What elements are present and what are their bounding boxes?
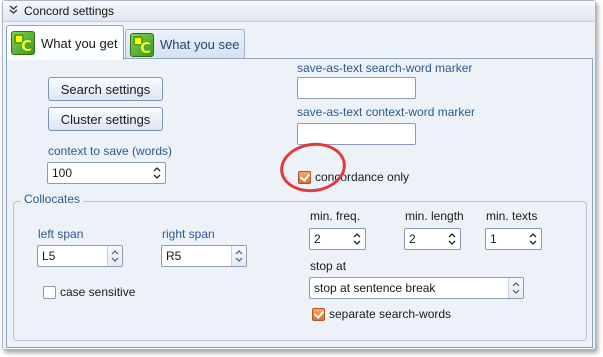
concordance-only-checkbox[interactable] — [298, 171, 311, 184]
context-word-marker-label: save-as-text context-word marker — [297, 105, 476, 119]
dropdown-arrows-icon[interactable] — [508, 278, 523, 298]
separate-search-words-checkbox[interactable] — [312, 308, 325, 321]
min-texts-label: min. texts — [486, 209, 538, 223]
right-span-label: right span — [162, 227, 215, 241]
tab-label: What you get — [41, 35, 118, 51]
separate-search-words-label: separate search-words — [329, 307, 452, 321]
spin-arrows-icon[interactable] — [351, 230, 363, 248]
tab-label: What you see — [160, 37, 240, 52]
window-title: Concord settings — [24, 4, 115, 18]
left-span-label: left span — [38, 227, 84, 241]
collapse-chevron-icon[interactable] — [9, 5, 18, 17]
concordance-only-label: concordance only — [315, 170, 410, 184]
tab-panel-what-you-get: Search settings Cluster settings context… — [6, 58, 593, 348]
min-length-stepper[interactable]: 2 — [404, 228, 461, 250]
min-length-label: min. length — [405, 209, 464, 223]
search-word-marker-input[interactable] — [297, 77, 416, 99]
min-freq-label: min. freq. — [310, 209, 361, 223]
concord-app-icon — [11, 31, 35, 55]
right-span-value: R5 — [166, 249, 182, 263]
case-sensitive-label: case sensitive — [60, 285, 136, 299]
concord-settings-window: Concord settings What you get What you s… — [2, 0, 596, 350]
context-to-save-stepper[interactable]: 100 — [47, 162, 166, 184]
title-bar[interactable]: Concord settings — [3, 1, 595, 22]
min-texts-stepper[interactable]: 1 — [485, 228, 542, 250]
spin-arrows-icon[interactable] — [231, 246, 246, 266]
min-freq-stepper[interactable]: 2 — [309, 228, 366, 250]
spin-arrows-icon[interactable] — [446, 230, 458, 248]
tab-what-you-see[interactable]: What you see — [125, 29, 245, 59]
search-settings-button[interactable]: Search settings — [48, 77, 163, 101]
spin-arrows-icon[interactable] — [151, 164, 163, 182]
stop-at-value: stop at sentence break — [314, 281, 436, 295]
context-word-marker-input[interactable] — [297, 123, 416, 145]
collocates-group-title: Collocates — [21, 192, 84, 206]
left-span-value: L5 — [42, 249, 56, 263]
concord-app-icon — [130, 32, 154, 57]
context-to-save-value: 100 — [52, 166, 73, 180]
spin-arrows-icon[interactable] — [527, 230, 539, 248]
stop-at-select[interactable]: stop at sentence break — [309, 277, 524, 299]
right-span-stepper[interactable]: R5 — [161, 245, 247, 267]
left-span-stepper[interactable]: L5 — [37, 245, 123, 267]
cluster-settings-button[interactable]: Cluster settings — [48, 107, 163, 131]
spin-arrows-icon[interactable] — [107, 246, 122, 266]
tab-what-you-get[interactable]: What you get — [6, 25, 124, 60]
min-texts-value: 1 — [490, 232, 497, 246]
highlight-circle — [276, 138, 350, 197]
context-to-save-label: context to save (words) — [48, 144, 173, 158]
search-word-marker-label: save-as-text search-word marker — [297, 61, 473, 75]
stop-at-label: stop at — [310, 259, 347, 273]
min-length-value: 2 — [409, 232, 416, 246]
min-freq-value: 2 — [314, 232, 321, 246]
case-sensitive-checkbox[interactable] — [43, 286, 56, 299]
